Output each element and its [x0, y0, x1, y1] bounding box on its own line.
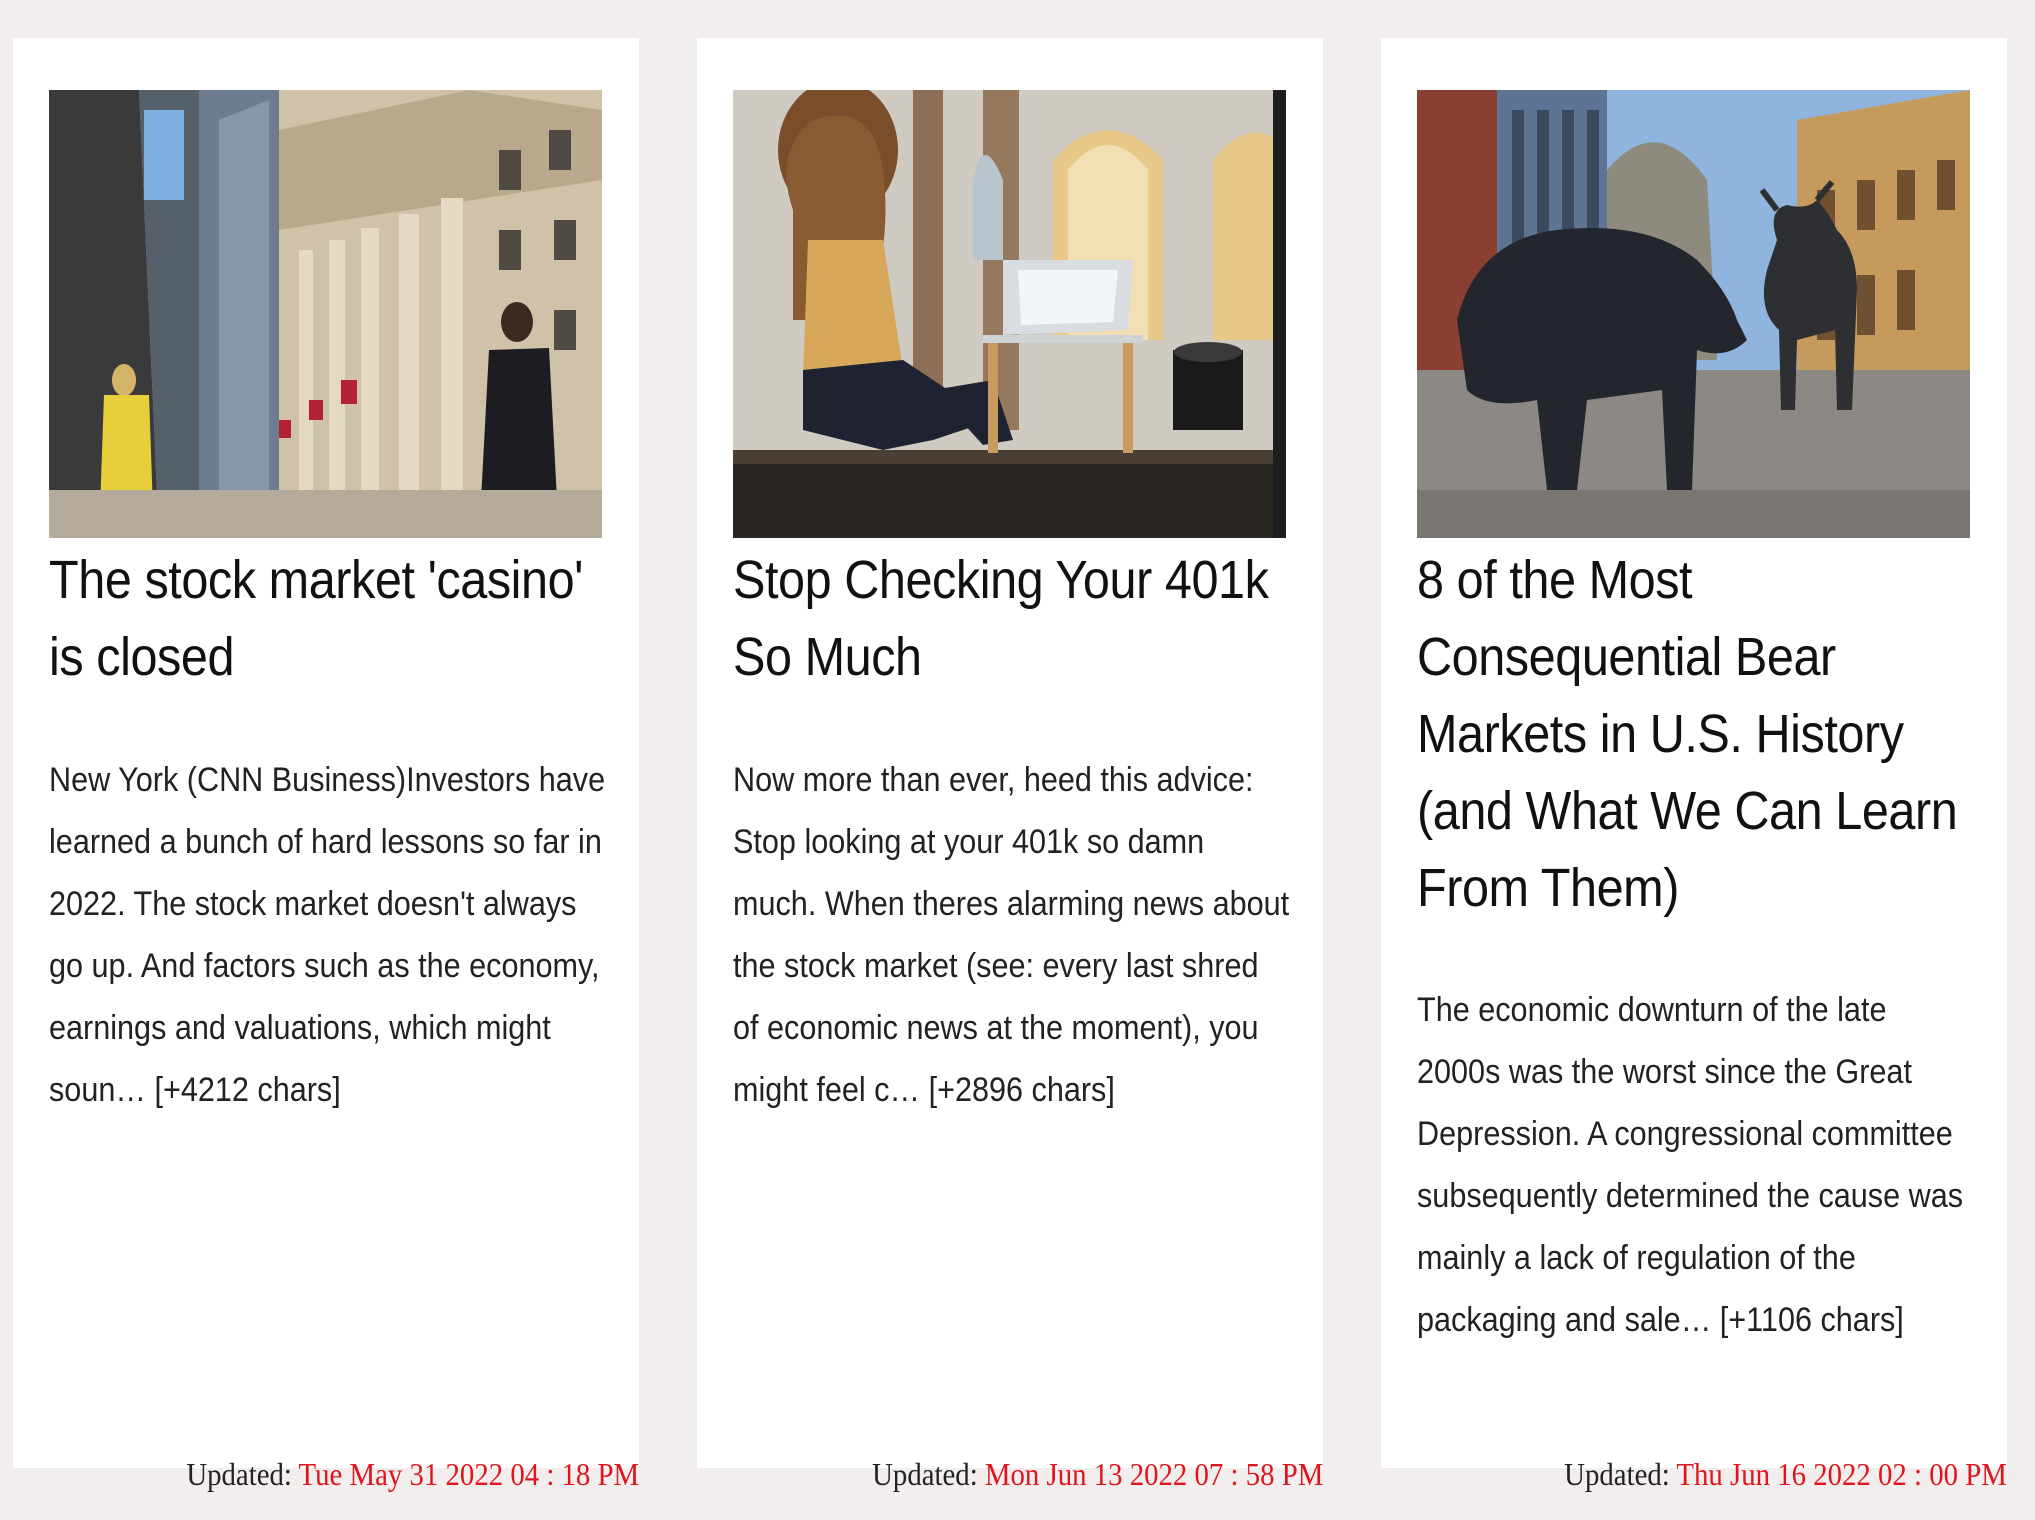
updated-date: Mon Jun 13 2022 07 : 58 PM: [984, 1456, 1323, 1492]
news-card[interactable]: The stock market 'casino' is closed New …: [13, 38, 639, 1492]
article-image[interactable]: [733, 90, 1286, 538]
article-title[interactable]: 8 of the Most Consequential Bear Markets…: [1417, 542, 1975, 927]
article-description: Now more than ever, heed this advice: St…: [733, 761, 1290, 1109]
stock-exchange-photo: [49, 90, 602, 538]
updated-label: Updated:: [871, 1456, 985, 1492]
article-title[interactable]: Stop Checking Your 401k So Much: [733, 542, 1291, 696]
updated-date: Tue May 31 2022 04 : 18 PM: [298, 1456, 639, 1492]
news-card[interactable]: Stop Checking Your 401k So Much Now more…: [697, 38, 1323, 1492]
article-description: New York (CNN Business)Investors have le…: [49, 761, 606, 1109]
article-updated: Updated: Thu Jun 16 2022 02 : 00 PM: [1564, 1454, 2007, 1494]
woman-laptop-photo: [733, 90, 1286, 538]
updated-label: Updated:: [1564, 1456, 1677, 1492]
updated-label: Updated:: [186, 1456, 299, 1492]
bear-bull-statues-photo: [1417, 90, 1970, 538]
article-description: The economic downturn of the late 2000s …: [1417, 991, 1964, 1339]
article-image[interactable]: [49, 90, 602, 538]
article-updated: Updated: Tue May 31 2022 04 : 18 PM: [186, 1454, 639, 1494]
article-updated: Updated: Mon Jun 13 2022 07 : 58 PM: [872, 1454, 1323, 1494]
news-card[interactable]: 8 of the Most Consequential Bear Markets…: [1381, 38, 2007, 1492]
article-title[interactable]: The stock market 'casino' is closed: [49, 542, 607, 696]
updated-date: Thu Jun 16 2022 02 : 00 PM: [1676, 1456, 2007, 1492]
article-image[interactable]: [1417, 90, 1970, 538]
news-card-grid: The stock market 'casino' is closed New …: [0, 0, 2035, 1520]
